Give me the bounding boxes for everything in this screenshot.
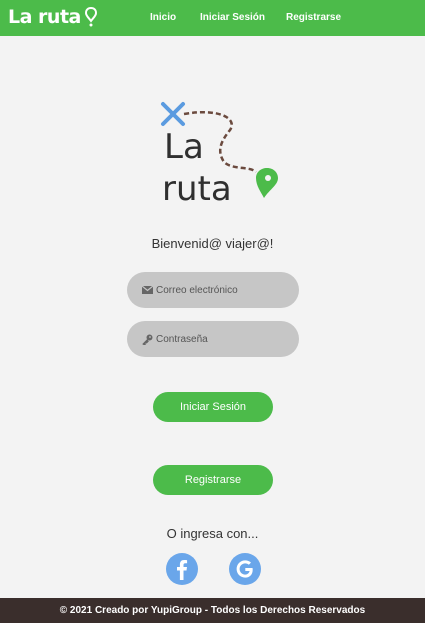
footer-copyright: © 2021 Creado por YupiGroup - Todos los … — [59, 605, 366, 616]
la-ruta-logo: La ruta — [161, 102, 278, 209]
footer: © 2021 Creado por YupiGroup - Todos los … — [0, 598, 425, 623]
brand-logo[interactable]: La ruta — [8, 6, 97, 28]
password-placeholder: Contraseña — [156, 333, 208, 345]
facebook-icon — [168, 555, 196, 583]
navbar: La ruta Inicio Iniciar Sesión Registrars… — [0, 0, 425, 36]
welcome-heading: Bienvenid@ viajer@! — [151, 236, 274, 251]
email-field[interactable]: Correo electrónico — [127, 272, 299, 308]
social-login-heading: O ingresa con... — [166, 526, 259, 541]
facebook-login-button[interactable] — [166, 553, 198, 585]
nav-link-iniciar-sesion[interactable]: Iniciar Sesión — [200, 12, 265, 23]
logo-word-la: La — [164, 127, 204, 167]
brand-name: La ruta — [8, 6, 81, 28]
login-button[interactable]: Iniciar Sesión — [153, 392, 273, 422]
map-pin-icon — [84, 7, 97, 27]
email-placeholder: Correo electrónico — [156, 284, 238, 296]
nav-link-inicio[interactable]: Inicio — [150, 12, 176, 23]
key-icon — [142, 334, 153, 345]
password-field[interactable]: Contraseña — [127, 321, 299, 357]
green-pin-icon — [256, 168, 278, 198]
envelope-icon — [142, 286, 153, 294]
nav-link-registrarse[interactable]: Registrarse — [286, 12, 341, 23]
google-login-button[interactable] — [229, 553, 261, 585]
x-mark-icon — [161, 102, 185, 126]
register-button[interactable]: Registrarse — [153, 465, 273, 495]
google-icon — [231, 555, 259, 583]
logo-word-ruta: ruta — [162, 169, 232, 209]
